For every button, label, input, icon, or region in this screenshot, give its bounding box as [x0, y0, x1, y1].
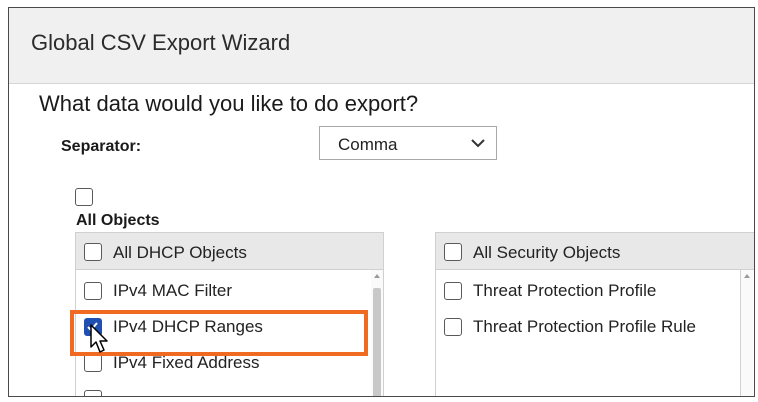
list-item[interactable]: Threat Protection Profile	[436, 272, 740, 308]
scroll-up-icon[interactable]	[374, 274, 380, 278]
list-item[interactable]	[76, 380, 383, 396]
security-panel-header: All Security Objects	[435, 232, 754, 270]
ipv4-fixed-address-checkbox[interactable]	[84, 354, 102, 372]
all-security-objects-checkbox[interactable]	[444, 243, 462, 261]
all-objects-label: All Objects	[76, 212, 160, 229]
list-item[interactable]: IPv4 MAC Filter	[76, 272, 383, 308]
dhcp-list-scrollbar[interactable]	[371, 270, 383, 396]
separator-select[interactable]: Comma	[319, 126, 497, 160]
list-item[interactable]: Threat Protection Profile Rule	[436, 308, 740, 344]
all-security-objects-label: All Security Objects	[473, 243, 621, 262]
all-dhcp-objects-label: All DHCP Objects	[113, 243, 247, 262]
page-question: What data would you like to do export?	[39, 91, 419, 116]
separator-value: Comma	[338, 135, 398, 154]
window-title: Global CSV Export Wizard	[31, 30, 291, 55]
threat-protection-profile-rule-checkbox[interactable]	[444, 318, 462, 336]
all-dhcp-objects-checkbox[interactable]	[84, 243, 102, 261]
chevron-down-icon	[471, 139, 485, 148]
security-objects-list: Threat Protection Profile Threat Protect…	[435, 270, 741, 396]
scrollbar-thumb[interactable]	[373, 288, 381, 396]
security-objects-panel: All Security Objects Threat Protection P…	[435, 232, 754, 396]
mouse-pointer-icon	[90, 324, 108, 353]
list-item-checkbox[interactable]	[84, 390, 102, 396]
list-item-label: Threat Protection Profile Rule	[473, 317, 696, 336]
list-item-label: IPv4 Fixed Address	[113, 353, 260, 372]
list-item-label: Threat Protection Profile	[473, 281, 657, 300]
highlight-box	[70, 310, 368, 356]
security-list-scrollbar[interactable]	[741, 270, 753, 396]
export-wizard-window: Global CSV Export Wizard What data would…	[8, 7, 755, 397]
ipv4-mac-filter-checkbox[interactable]	[84, 282, 102, 300]
window-header: Global CSV Export Wizard	[9, 8, 754, 84]
list-item-label: IPv4 MAC Filter	[113, 281, 233, 300]
scroll-up-icon[interactable]	[744, 274, 750, 278]
all-objects-checkbox[interactable]	[75, 188, 93, 206]
threat-protection-profile-checkbox[interactable]	[444, 282, 462, 300]
separator-label: Separator:	[61, 138, 142, 155]
dhcp-panel-header: All DHCP Objects	[75, 232, 384, 270]
